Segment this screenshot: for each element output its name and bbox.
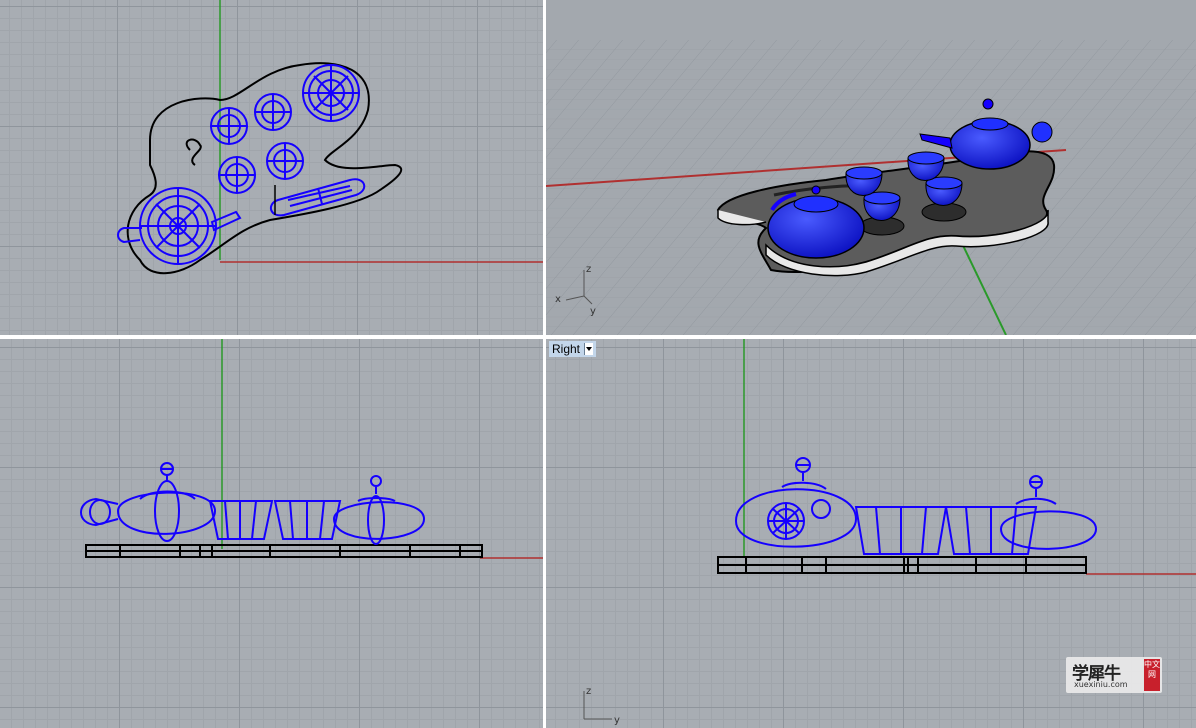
tray-slot[interactable] [269, 178, 366, 217]
axis-y-label: y [614, 715, 620, 726]
cup-top-1[interactable] [210, 107, 248, 145]
front-view-canvas [80, 339, 543, 559]
cup-top-2[interactable] [254, 93, 292, 131]
teapot-front-left[interactable] [80, 462, 217, 542]
viewport-perspective[interactable]: z x y [546, 0, 1196, 335]
cup-front-1[interactable] [208, 500, 274, 540]
cup-top-3[interactable] [218, 156, 256, 194]
teapot-big-top[interactable] [117, 187, 242, 265]
teapot-small-top[interactable] [302, 64, 360, 122]
tray-outline[interactable] [126, 62, 403, 275]
axis-z-label: z [586, 264, 591, 275]
viewport-front[interactable] [0, 339, 543, 728]
perspective-canvas: z x y [546, 40, 1196, 335]
viewport-right[interactable]: Right z y 学犀牛 xuexiniu.com 中文网 [546, 339, 1196, 728]
cup-front-2[interactable] [273, 500, 342, 540]
watermark-sub: xuexiniu.com [1074, 680, 1128, 689]
watermark-badge: 中文网 [1144, 659, 1160, 691]
axis-z-label: z [586, 686, 591, 697]
axis-x-label: x [555, 294, 561, 305]
top-view-canvas [117, 0, 543, 275]
axis-y-label: y [590, 306, 596, 317]
tray-front[interactable] [85, 544, 483, 558]
cup-right-1[interactable] [854, 506, 948, 555]
teapot-front-right[interactable] [332, 475, 426, 545]
tray-right[interactable] [717, 556, 1087, 574]
axis-gizmo: z y [583, 686, 620, 726]
watermark-logo: 学犀牛 xuexiniu.com 中文网 [1066, 657, 1162, 693]
tray-hole-curve [185, 138, 202, 166]
viewport-top[interactable] [0, 0, 543, 335]
cup-top-4[interactable] [266, 142, 304, 180]
teapot-right-big[interactable] [734, 457, 858, 548]
